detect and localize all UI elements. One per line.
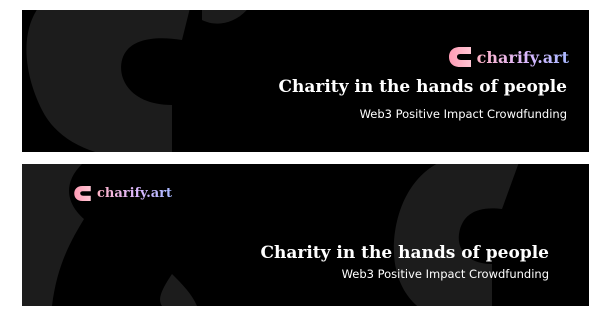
subline: Web3 Positive Impact Crowdfunding [341,267,549,281]
logo-text: charify.art [476,47,569,67]
logo[interactable]: charify.art [448,47,569,67]
banner-bottom: charify.art Charity in the hands of peop… [22,164,589,306]
charify-logo-icon [74,186,91,201]
headline: Charity in the hands of people [278,77,567,97]
logo[interactable]: charify.art [74,186,172,201]
banner-top: charify.art Charity in the hands of peop… [22,10,589,152]
subline: Web3 Positive Impact Crowdfunding [359,107,567,121]
charify-logo-icon [448,47,471,67]
headline: Charity in the hands of people [260,243,549,263]
logo-text: charify.art [97,186,173,201]
